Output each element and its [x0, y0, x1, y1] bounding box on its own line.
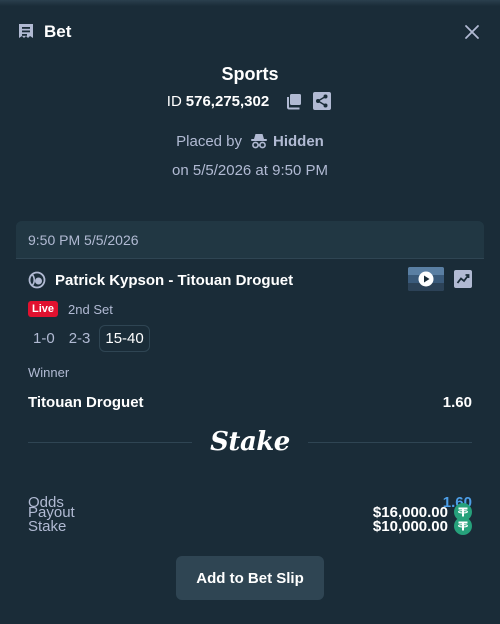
market-name: Winner	[28, 365, 70, 380]
bet-id-prefix: ID	[166, 92, 182, 110]
match-period: 2nd Set	[68, 301, 113, 317]
play-icon	[408, 267, 444, 291]
stats-button[interactable]	[454, 270, 472, 288]
score-row: 1-0 2-3 15-40	[28, 325, 154, 352]
bet-category: Sports	[221, 64, 279, 84]
placed-by-row: Placed by Hidden	[0, 132, 500, 150]
payout-value: $16,000.00	[372, 503, 448, 521]
stats-icon	[454, 270, 472, 288]
bet-id: 576,275,302	[185, 92, 270, 110]
selection-row: Titouan Droguet 1.60	[28, 391, 472, 413]
live-badge: Live	[28, 301, 59, 317]
selection-name: Titouan Droguet	[28, 393, 144, 411]
modal-header: Bet	[16, 18, 484, 46]
live-stream-button[interactable]	[408, 267, 444, 291]
payout-label: Payout	[28, 503, 75, 521]
top-edge	[0, 0, 500, 6]
score-points: 15-40	[99, 325, 150, 352]
brand-divider: Stake	[28, 427, 473, 457]
copy-icon	[287, 94, 302, 110]
stake-logo: Stake	[210, 427, 290, 457]
live-status-row: Live 2nd Set	[28, 301, 113, 317]
event-row: Patrick Kypson - Titouan Droguet	[28, 267, 472, 293]
bet-card-header: 9:50 PM 5/5/2026	[16, 221, 484, 259]
modal-title: Bet	[44, 22, 72, 41]
share-bet-button[interactable]	[311, 90, 333, 112]
close-icon	[465, 25, 479, 39]
bet-time: 9:50 PM 5/5/2026	[28, 231, 139, 248]
incognito-icon	[251, 134, 268, 149]
placed-date: on 5/5/2026 at 9:50 PM	[172, 162, 328, 179]
add-to-bet-slip-button[interactable]: Add to Bet Slip	[176, 556, 324, 600]
placed-by-user: Hidden	[273, 132, 324, 150]
score-sets: 1-0	[33, 330, 55, 347]
bet-card-body: Patrick Kypson - Titouan Droguet Live 2n…	[16, 259, 484, 539]
share-icon	[313, 92, 332, 110]
tennis-ball-icon	[28, 271, 46, 289]
score-games: 2-3	[68, 330, 91, 347]
bet-slip-icon	[19, 24, 33, 38]
payout-amount: $16,000.00	[373, 503, 472, 521]
divider-line-left	[28, 441, 193, 443]
copy-id-button[interactable]	[283, 90, 305, 112]
bet-id-row: ID 576,275,302	[0, 90, 500, 112]
event-name[interactable]: Patrick Kypson - Titouan Droguet	[55, 272, 293, 289]
payout-row: Payout $16,000.00	[28, 501, 472, 523]
placed-by-label: Placed by	[176, 132, 243, 150]
close-button[interactable]	[460, 20, 484, 44]
bet-card: 9:50 PM 5/5/2026 Patrick Kypson - Titoua…	[16, 221, 484, 539]
usdt-coin-icon	[454, 503, 472, 521]
selection-odds: 1.60	[442, 393, 472, 411]
divider-line-right	[307, 441, 473, 443]
